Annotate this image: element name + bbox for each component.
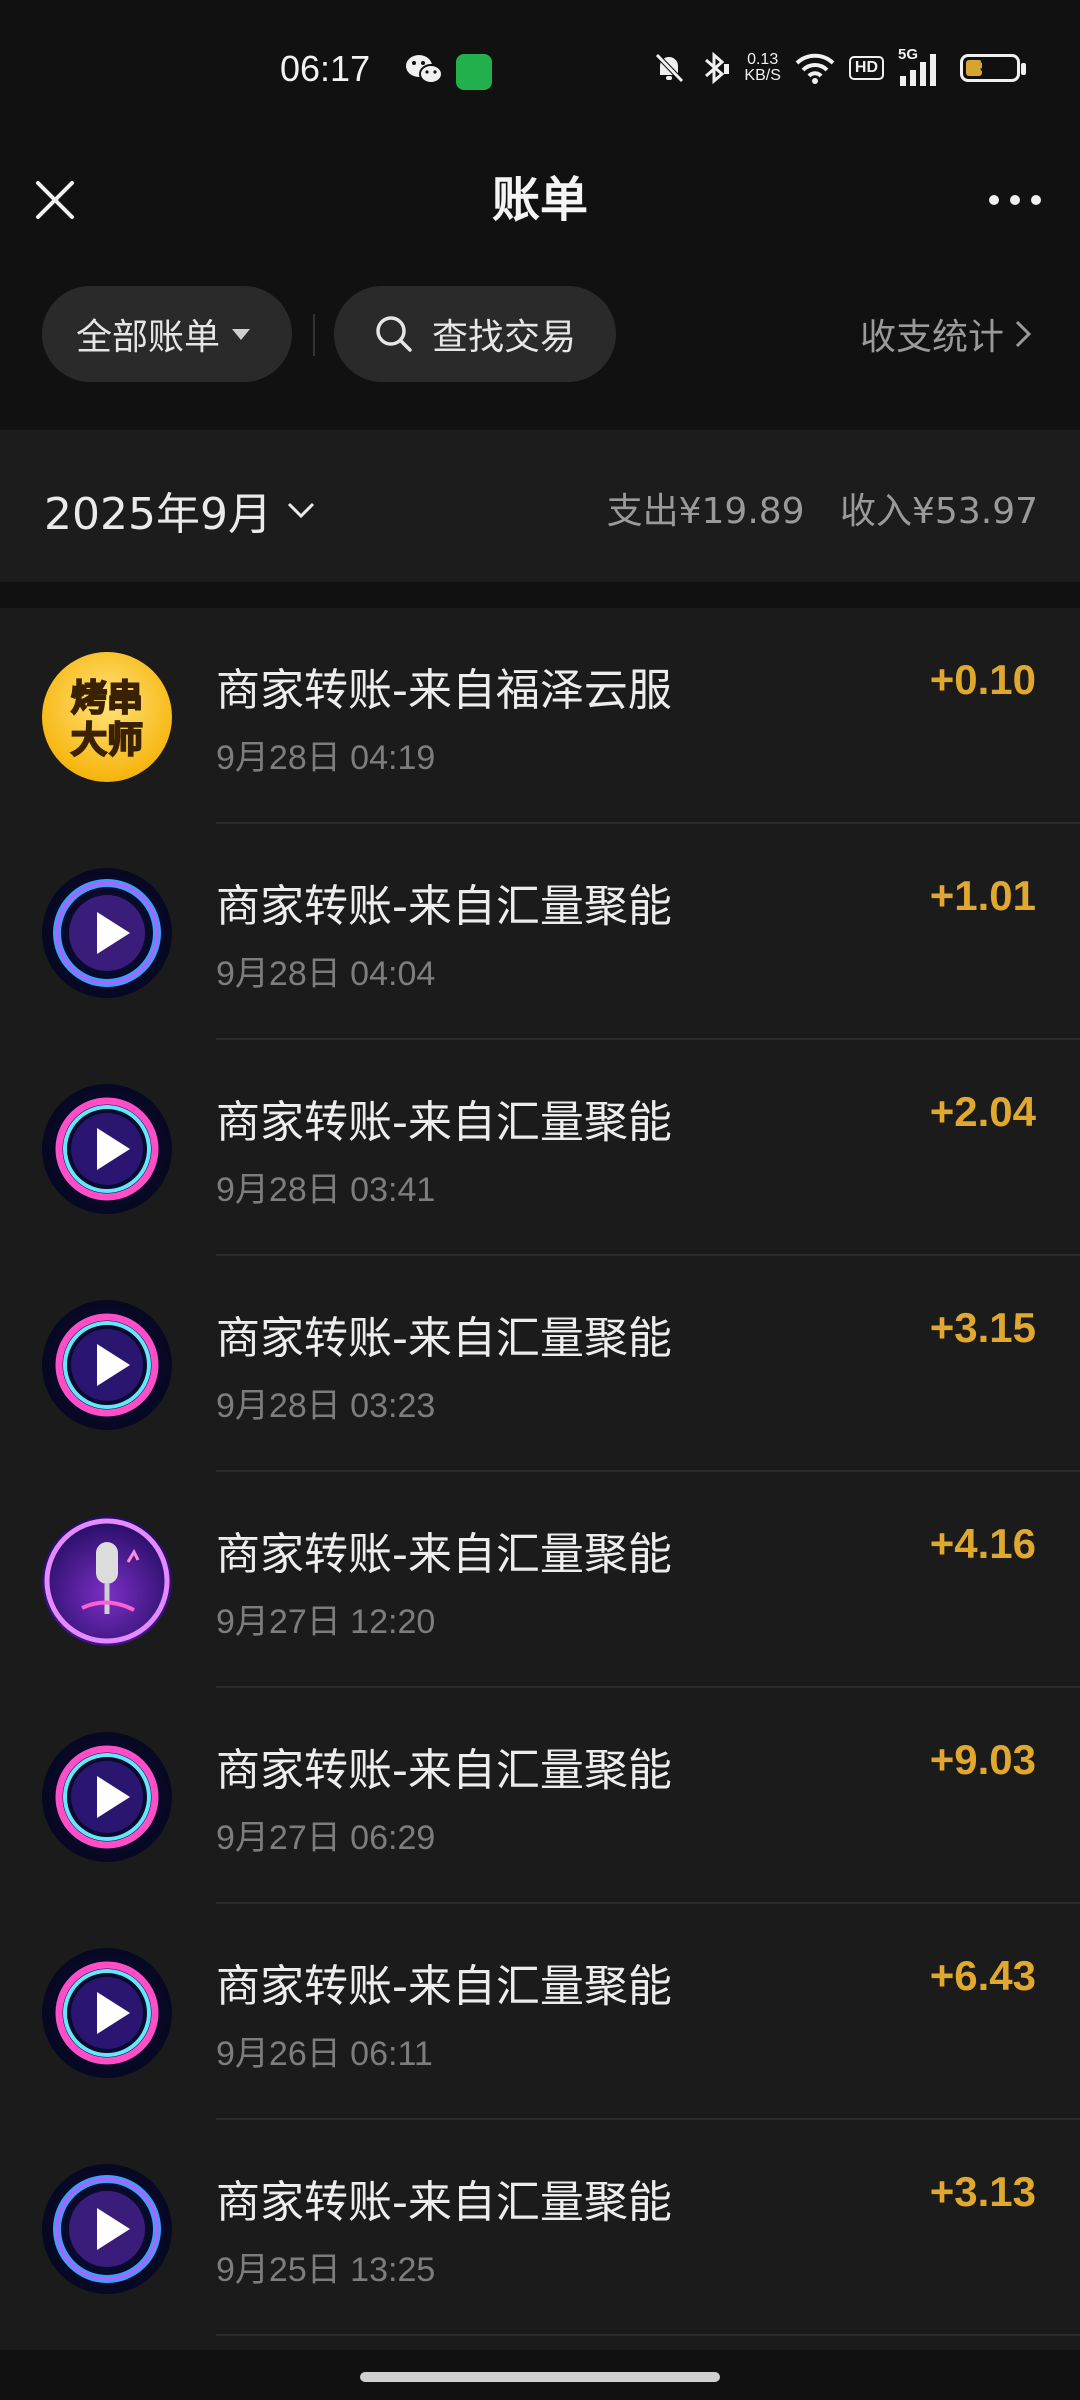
merchant-avatar	[42, 1948, 172, 2078]
caret-down-icon	[232, 328, 251, 340]
microphone-icon	[44, 1518, 170, 1644]
transaction-row[interactable]: 商家转账-来自汇量聚能 9月27日 12:20 +4.16	[0, 1472, 1080, 1688]
play-icon	[55, 1313, 159, 1417]
play-icon	[55, 1745, 159, 1849]
merchant-avatar	[42, 2164, 172, 2294]
transaction-time: 9月25日 13:25	[216, 2251, 436, 2289]
transaction-amount: +4.16	[929, 1520, 1036, 1567]
month-summary: 支出¥19.89 收入¥53.97	[607, 482, 1038, 534]
wifi-icon	[795, 53, 835, 84]
wechat-icon	[406, 55, 443, 84]
transaction-amount: +6.43	[929, 1952, 1036, 1999]
transaction-title: 商家转账-来自汇量聚能	[216, 1313, 672, 1364]
play-icon	[53, 2175, 161, 2283]
filter-row: 全部账单 查找交易 收支统计	[0, 286, 1080, 386]
net-speed-unit: KB/S	[744, 67, 781, 84]
transaction-title: 商家转账-来自汇量聚能	[216, 1097, 672, 1148]
merchant-avatar	[42, 1732, 172, 1862]
transaction-amount: +1.01	[929, 872, 1036, 919]
home-indicator[interactable]	[360, 2372, 720, 2382]
transaction-amount: +3.13	[929, 2168, 1036, 2215]
transaction-title: 商家转账-来自汇量聚能	[216, 2177, 672, 2228]
transaction-time: 9月28日 03:41	[216, 1171, 436, 1209]
status-icons: 0.13 KB/S HD 5G 30	[652, 46, 1026, 86]
transaction-row[interactable]: 商家转账-来自汇量聚能 9月28日 03:23 +3.15	[0, 1256, 1080, 1472]
transaction-title: 商家转账-来自汇量聚能	[216, 1529, 672, 1580]
merchant-avatar	[42, 1084, 172, 1214]
filter-divider	[313, 314, 315, 356]
transaction-time: 9月28日 04:04	[216, 955, 436, 993]
search-icon	[376, 316, 412, 352]
search-transactions-button[interactable]: 查找交易	[334, 286, 616, 382]
status-time: 06:17	[280, 48, 371, 89]
mute-bell-icon	[655, 53, 685, 83]
more-button[interactable]	[980, 160, 1050, 240]
income-expense-stats-link[interactable]: 收支统计	[860, 286, 1032, 382]
month-label: 2025年9月	[44, 489, 272, 540]
net-speed: 0.13 KB/S	[744, 52, 780, 84]
transaction-row[interactable]: 商家转账-来自汇量聚能 9月25日 13:25 +3.13	[0, 2120, 1080, 2336]
transaction-row[interactable]: 商家转账-来自汇量聚能 9月26日 06:11 +6.43	[0, 1904, 1080, 2120]
month-header: 2025年9月 支出¥19.89 收入¥53.97	[0, 430, 1080, 582]
bluetooth-icon	[705, 51, 730, 85]
avatar-text-top: 烤串	[71, 678, 143, 719]
transaction-time: 9月27日 06:29	[216, 1819, 436, 1857]
transaction-time: 9月28日 04:19	[216, 739, 436, 777]
transaction-time: 9月28日 03:23	[216, 1387, 436, 1425]
transaction-row[interactable]: 商家转账-来自汇量聚能 9月27日 06:29 +9.03	[0, 1688, 1080, 1904]
status-bar: 06:17 0.13 KB/S HD 5G 30	[0, 0, 1080, 140]
row-divider	[216, 2334, 1080, 2336]
signal-type: 5G	[898, 46, 919, 63]
merchant-avatar	[42, 868, 172, 998]
transaction-title: 商家转账-来自汇量聚能	[216, 1745, 672, 1796]
avatar-text-bottom: 大师	[71, 720, 143, 761]
transaction-time: 9月26日 06:11	[216, 2035, 433, 2073]
merchant-avatar: 烤串 大师	[42, 652, 172, 782]
all-bills-dropdown[interactable]: 全部账单	[42, 286, 292, 382]
transaction-time: 9月27日 12:20	[216, 1603, 436, 1641]
month-income: 收入¥53.97	[840, 491, 1038, 532]
page-title: 账单	[491, 172, 588, 228]
merchant-avatar	[42, 1300, 172, 1430]
merchant-avatar	[42, 1516, 172, 1646]
skewer-logo-icon: 烤串 大师	[70, 677, 144, 762]
transaction-amount: +3.15	[929, 1304, 1036, 1351]
transaction-row[interactable]: 商家转账-来自汇量聚能 9月28日 04:04 +1.01	[0, 824, 1080, 1040]
play-icon	[53, 879, 161, 987]
battery-icon: 30	[960, 54, 1026, 82]
battery-level: 30	[979, 56, 1001, 76]
month-selector[interactable]: 2025年9月	[44, 478, 316, 542]
transaction-list: 烤串 大师 商家转账-来自福泽云服 9月28日 04:19 +0.10 商家转账…	[0, 608, 1080, 2350]
chevron-right-icon	[1015, 320, 1032, 348]
transaction-title: 商家转账-来自汇量聚能	[216, 1961, 672, 2012]
more-icon	[989, 195, 1041, 205]
transaction-amount: +2.04	[929, 1088, 1036, 1135]
transaction-title: 商家转账-来自福泽云服	[216, 665, 672, 716]
net-speed-value: 0.13	[747, 51, 779, 68]
transaction-row[interactable]: 烤串 大师 商家转账-来自福泽云服 9月28日 04:19 +0.10	[0, 608, 1080, 824]
top-nav: 账单	[0, 140, 1080, 260]
play-icon	[55, 1097, 159, 1201]
play-icon	[55, 1961, 159, 2065]
hd-badge: HD	[848, 56, 884, 80]
search-label: 查找交易	[432, 317, 577, 358]
chevron-down-icon	[287, 502, 315, 519]
transaction-row[interactable]: 商家转账-来自汇量聚能 9月28日 03:41 +2.04	[0, 1040, 1080, 1256]
transaction-amount: +0.10	[929, 656, 1036, 703]
all-bills-label: 全部账单	[76, 317, 221, 358]
cellular-signal-icon: 5G	[898, 46, 946, 86]
stats-label: 收支统计	[859, 317, 1004, 358]
mini-program-icon	[456, 54, 492, 90]
month-expense: 支出¥19.89	[606, 491, 805, 532]
transaction-title: 商家转账-来自汇量聚能	[216, 881, 672, 932]
transaction-amount: +9.03	[929, 1736, 1036, 1783]
